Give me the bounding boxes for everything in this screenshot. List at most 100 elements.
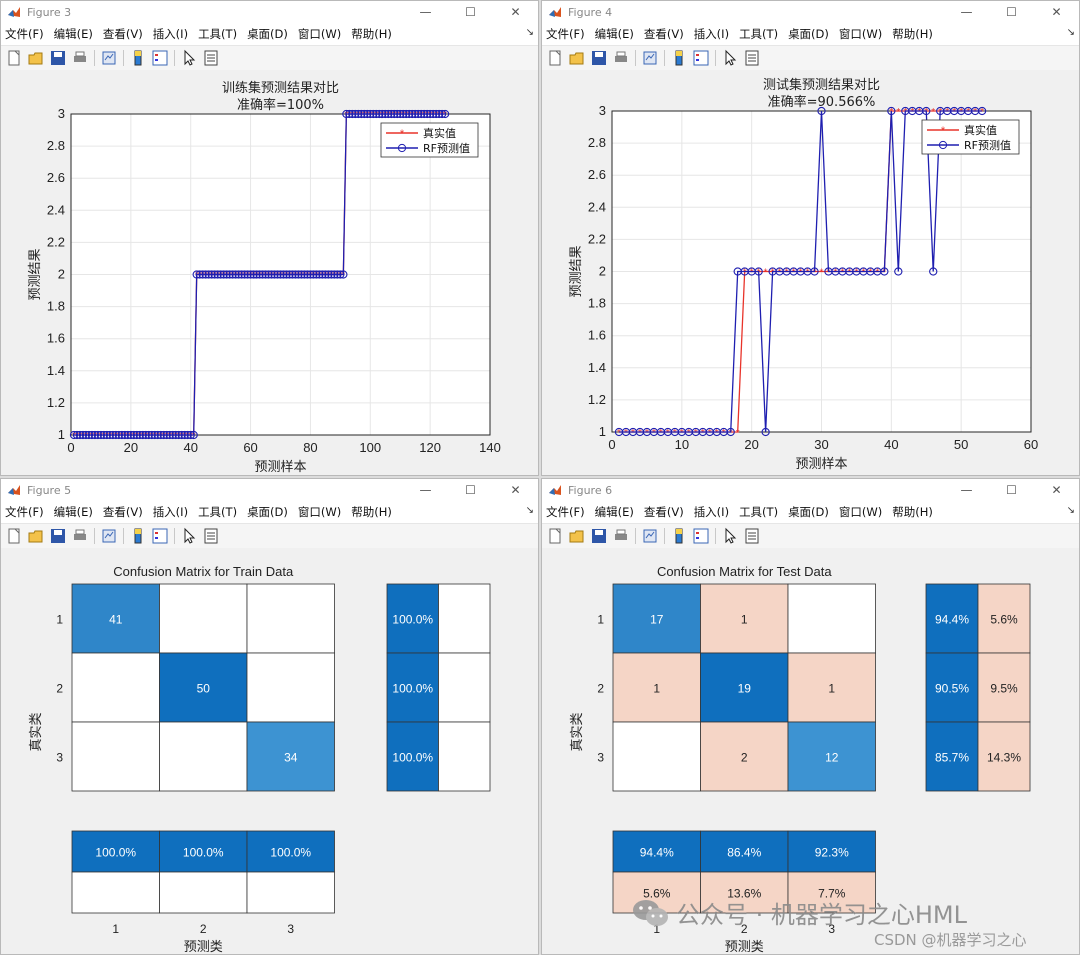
menu-edit[interactable]: 编辑(E) [54,26,93,42]
save-icon[interactable] [49,527,67,545]
open-folder-icon[interactable] [568,527,586,545]
menu-desktop[interactable]: 桌面(D) [788,26,829,42]
open-folder-icon[interactable] [27,49,45,67]
dock-arrow-icon[interactable]: ↘ [1067,27,1075,38]
menu-file[interactable]: 文件(F) [546,26,585,42]
link-plot-icon[interactable] [641,527,659,545]
menu-view[interactable]: 查看(V) [644,26,684,42]
pointer-icon[interactable] [721,49,739,67]
menu-help[interactable]: 帮助(H) [892,26,933,42]
row-class-label: 3 [597,751,604,765]
close-icon[interactable]: ✕ [493,479,538,501]
menu-file[interactable]: 文件(F) [546,504,585,520]
x-tick-label: 30 [814,437,828,452]
menu-tools[interactable]: 工具(T) [739,504,778,520]
colorbar-icon[interactable] [670,49,688,67]
print-icon[interactable] [71,527,89,545]
pointer-icon[interactable] [721,527,739,545]
legend-icon[interactable] [692,49,710,67]
save-icon[interactable] [49,49,67,67]
link-plot-icon[interactable] [100,527,118,545]
matrix-cell [787,583,876,654]
new-file-icon[interactable] [546,527,564,545]
colorbar-icon[interactable] [129,527,147,545]
menu-desktop[interactable]: 桌面(D) [247,26,288,42]
minimize-icon[interactable]: — [944,1,989,23]
close-icon[interactable]: ✕ [1034,1,1079,23]
menu-help[interactable]: 帮助(H) [351,504,392,520]
figure-3-titlebar[interactable]: Figure 3 — ☐ ✕ [1,1,538,23]
matrix-cell-value: 17 [650,613,664,627]
menu-window[interactable]: 窗口(W) [839,26,882,42]
colorbar-icon[interactable] [670,527,688,545]
save-icon[interactable] [590,49,608,67]
menu-edit[interactable]: 编辑(E) [595,504,634,520]
matlab-logo-icon [549,7,561,17]
close-icon[interactable]: ✕ [493,1,538,23]
property-inspector-icon[interactable] [202,527,220,545]
toolbar-separator [174,50,175,66]
figure-5-titlebar[interactable]: Figure 5 — ☐ ✕ [1,479,538,501]
maximize-icon[interactable]: ☐ [989,1,1034,23]
open-folder-icon[interactable] [27,527,45,545]
menu-window[interactable]: 窗口(W) [298,26,341,42]
row-class-label: 2 [597,682,604,696]
print-icon[interactable] [612,527,630,545]
menu-insert[interactable]: 插入(I) [153,504,188,520]
figure-5-window: Figure 5 — ☐ ✕ 文件(F) 编辑(E) 查看(V) 插入(I) 工… [0,478,539,955]
legend-icon[interactable] [151,49,169,67]
maximize-icon[interactable]: ☐ [448,479,493,501]
menu-window[interactable]: 窗口(W) [298,504,341,520]
property-inspector-icon[interactable] [743,527,761,545]
maximize-icon[interactable]: ☐ [989,479,1034,501]
menu-view[interactable]: 查看(V) [103,26,143,42]
property-inspector-icon[interactable] [743,49,761,67]
link-plot-icon[interactable] [100,49,118,67]
colorbar-icon[interactable] [129,49,147,67]
menu-tools[interactable]: 工具(T) [198,26,237,42]
print-icon[interactable] [71,49,89,67]
legend-icon[interactable] [151,527,169,545]
menu-insert[interactable]: 插入(I) [694,504,729,520]
menu-help[interactable]: 帮助(H) [351,26,392,42]
figure-6-titlebar[interactable]: Figure 6 — ☐ ✕ [542,479,1079,501]
figure-4-titlebar[interactable]: Figure 4 — ☐ ✕ [542,1,1079,23]
maximize-icon[interactable]: ☐ [448,1,493,23]
minimize-icon[interactable]: — [944,479,989,501]
minimize-icon[interactable]: — [403,1,448,23]
menu-insert[interactable]: 插入(I) [153,26,188,42]
menu-tools[interactable]: 工具(T) [198,504,237,520]
dock-arrow-icon[interactable]: ↘ [1067,505,1075,516]
menu-edit[interactable]: 编辑(E) [595,26,634,42]
menu-window[interactable]: 窗口(W) [839,504,882,520]
menu-desktop[interactable]: 桌面(D) [788,504,829,520]
y-axis-label: 真实类 [29,712,44,751]
menu-view[interactable]: 查看(V) [103,504,143,520]
save-icon[interactable] [590,527,608,545]
menu-insert[interactable]: 插入(I) [694,26,729,42]
minimize-icon[interactable]: — [403,479,448,501]
new-file-icon[interactable] [5,527,23,545]
property-inspector-icon[interactable] [202,49,220,67]
close-icon[interactable]: ✕ [1034,479,1079,501]
link-plot-icon[interactable] [641,49,659,67]
pointer-icon[interactable] [180,527,198,545]
dock-arrow-icon[interactable]: ↘ [526,505,534,516]
open-folder-icon[interactable] [568,49,586,67]
matrix-cell-value: 19 [738,682,752,696]
dock-arrow-icon[interactable]: ↘ [526,27,534,38]
menu-desktop[interactable]: 桌面(D) [247,504,288,520]
menu-file[interactable]: 文件(F) [5,26,44,42]
menu-tools[interactable]: 工具(T) [739,26,778,42]
new-file-icon[interactable] [546,49,564,67]
print-icon[interactable] [612,49,630,67]
legend-icon[interactable] [692,527,710,545]
menu-edit[interactable]: 编辑(E) [54,504,93,520]
pointer-icon[interactable] [180,49,198,67]
menu-view[interactable]: 查看(V) [644,504,684,520]
col-class-label: 1 [112,922,119,936]
menu-file[interactable]: 文件(F) [5,504,44,520]
x-tick-label: 140 [479,440,501,455]
new-file-icon[interactable] [5,49,23,67]
menu-help[interactable]: 帮助(H) [892,504,933,520]
